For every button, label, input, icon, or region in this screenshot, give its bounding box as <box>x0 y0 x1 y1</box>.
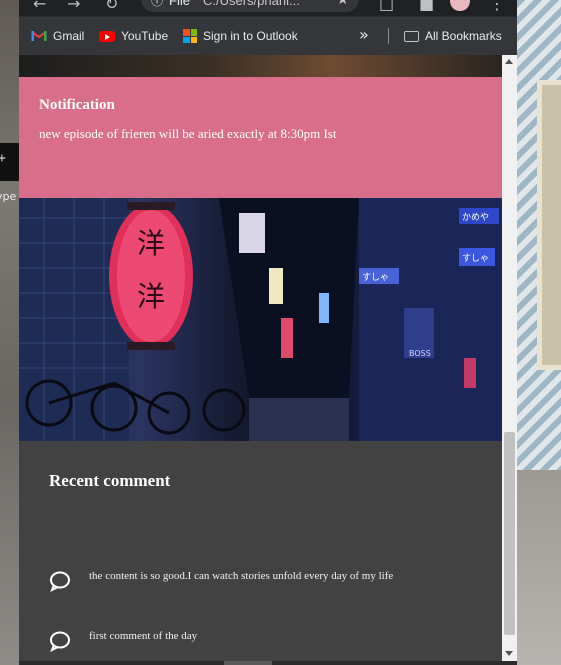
info-icon[interactable]: ⓘ <box>151 0 163 9</box>
scroll-up-icon[interactable] <box>505 59 513 64</box>
address-bar[interactable]: ⓘ File C:/Users/phani... ★ <box>141 0 359 12</box>
desktop-text: ype <box>0 190 17 203</box>
comment-item: the content is so good.I can watch stori… <box>49 568 489 598</box>
comment-bubble-icon <box>50 631 70 652</box>
recent-comments-section: Recent comment the content is so good.I … <box>19 441 502 661</box>
vertical-scrollbar[interactable] <box>502 55 517 661</box>
notification-message: new episode of frieren will be aried exa… <box>39 126 337 141</box>
folder-icon <box>404 30 419 42</box>
bookmark-youtube[interactable]: YouTube <box>99 27 168 45</box>
bookmark-star-icon[interactable]: ★ <box>336 0 349 8</box>
desktop-panel <box>537 80 561 370</box>
scrollbar-thumb[interactable] <box>504 432 515 635</box>
resize-handle[interactable] <box>224 661 272 665</box>
bookmarks-separator <box>388 28 389 44</box>
browser-toolbar: ← → ↻ ⓘ File C:/Users/phani... ★ □ ■ ⋮ <box>19 0 517 16</box>
notification-panel: Notification new episode of frieren will… <box>19 77 502 198</box>
recent-comments-heading: Recent comment <box>49 471 171 490</box>
bookmark-gmail[interactable]: Gmail <box>31 27 84 45</box>
sign-text-3: すしゃ <box>362 272 389 283</box>
forward-icon[interactable]: → <box>67 0 80 13</box>
browser-window: ← → ↻ ⓘ File C:/Users/phani... ★ □ ■ ⋮ G… <box>19 0 517 665</box>
notification-title: Notification <box>39 97 115 113</box>
address-scheme: File <box>169 0 190 8</box>
gmail-icon <box>31 31 47 41</box>
youtube-icon <box>99 30 115 42</box>
bookmark-outlook[interactable]: Sign in to Outlook <box>183 27 298 45</box>
desktop-left: + ype <box>0 0 19 665</box>
back-icon[interactable]: ← <box>33 0 46 13</box>
comment-item: first comment of the day <box>49 628 489 658</box>
desktop-window-strip: + <box>0 143 19 181</box>
sign-text-2: すしゃ <box>462 253 489 264</box>
lantern-text-1: 洋 <box>137 227 165 260</box>
window-bottom-edge <box>19 661 517 665</box>
downloads-icon[interactable]: □ <box>379 0 394 13</box>
page-viewport: Notification new episode of frieren will… <box>19 55 502 661</box>
desktop-floor <box>517 470 561 665</box>
comment-text: the content is so good.I can watch stori… <box>89 570 394 582</box>
comment-text: first comment of the day <box>89 630 198 642</box>
street-scene-illustration: 洋 洋 かめや すしゃ すしゃ BOSS <box>19 198 502 441</box>
street-photo: 洋 洋 かめや すしゃ すしゃ BOSS <box>19 198 502 441</box>
comment-bubble-icon <box>50 571 70 592</box>
header-image <box>19 55 502 77</box>
all-bookmarks-button[interactable]: All Bookmarks <box>404 27 502 45</box>
profile-avatar[interactable] <box>450 0 470 11</box>
scroll-down-icon[interactable] <box>505 651 513 656</box>
microsoft-icon <box>183 29 197 43</box>
bookmarks-bar: Gmail YouTube Sign in to Outlook » All B… <box>19 16 517 55</box>
menu-icon[interactable]: ⋮ <box>489 0 505 13</box>
address-url: C:/Users/phani... <box>203 0 300 8</box>
bookmarks-overflow-icon[interactable]: » <box>359 25 369 44</box>
desktop-right <box>517 0 561 665</box>
sign-text-1: かめや <box>462 212 489 223</box>
extensions-icon[interactable]: ■ <box>419 0 434 13</box>
sign-text-4: BOSS <box>409 349 431 358</box>
reload-icon[interactable]: ↻ <box>105 0 118 13</box>
lantern-text-2: 洋 <box>137 280 165 313</box>
